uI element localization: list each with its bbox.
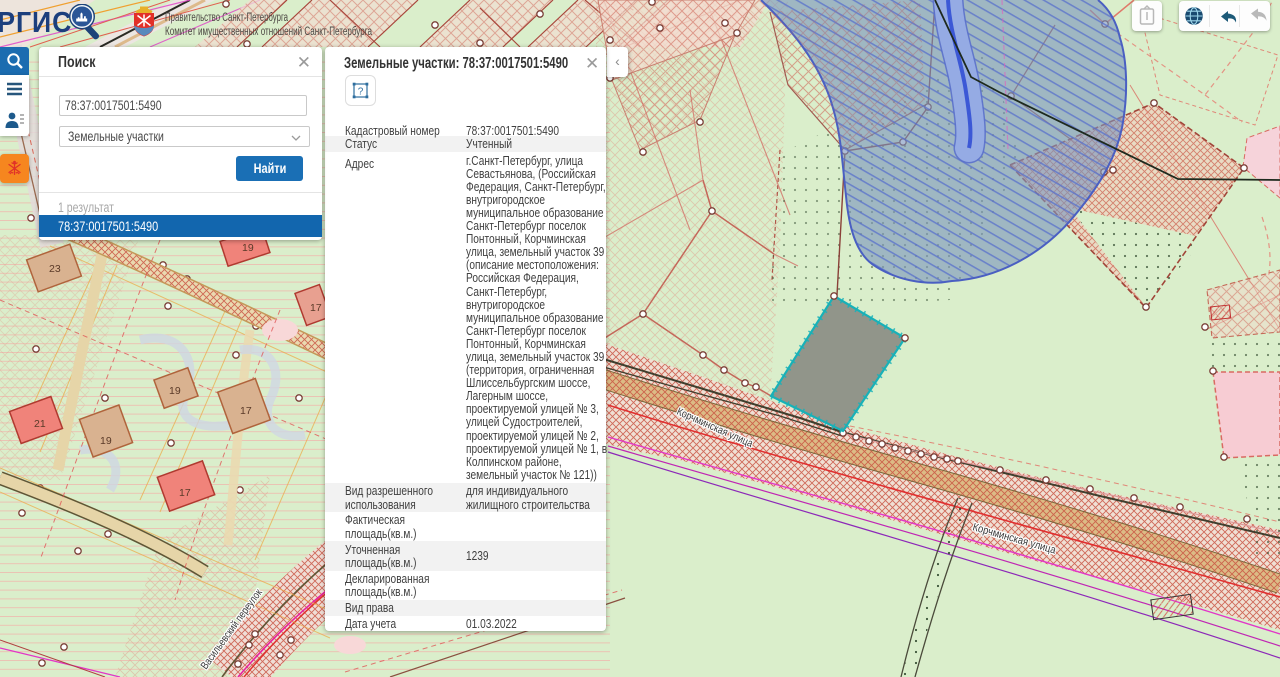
svg-text:17: 17: [240, 405, 252, 417]
svg-text:17: 17: [179, 487, 191, 499]
svg-text:Правительство Санкт-Петербурга: Правительство Санкт-Петербурга: [165, 12, 288, 24]
svg-text:21: 21: [34, 418, 46, 430]
svg-text:17: 17: [310, 302, 322, 314]
svg-text:Комитет имущественных отношени: Комитет имущественных отношений Санкт-Пе…: [165, 26, 372, 38]
svg-text:19: 19: [169, 385, 181, 397]
svg-text:19: 19: [242, 242, 254, 254]
svg-text:?: ?: [358, 87, 364, 98]
svg-text:19: 19: [100, 435, 112, 447]
svg-text:РГИС: РГИС: [0, 6, 72, 38]
svg-text:23: 23: [49, 263, 61, 275]
